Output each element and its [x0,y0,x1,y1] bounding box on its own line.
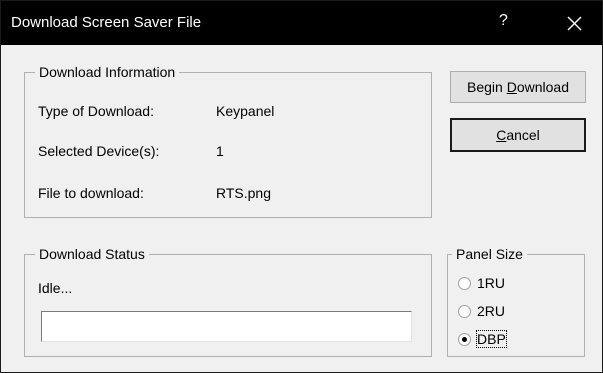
close-icon [567,16,582,31]
selected-devices-value: 1 [216,143,224,159]
progress-field [41,311,412,342]
cancel-label-end: ancel [506,127,540,143]
type-of-download-label: Type of Download: [38,103,154,119]
file-to-download-label: File to download: [38,185,144,201]
download-information-legend: Download Information [35,64,180,80]
radio-2ru-circle[interactable] [458,305,471,318]
type-of-download-value: Keypanel [216,103,275,119]
download-status-legend: Download Status [35,246,149,262]
begin-download-label-end: ownload [516,79,569,95]
selected-devices-label: Selected Device(s): [38,143,160,159]
title-bar[interactable]: Download Screen Saver File ? [1,1,602,45]
radio-1ru[interactable]: 1RU [458,275,538,293]
cancel-accel: C [496,127,507,143]
radio-1ru-label: 1RU [477,275,506,291]
download-status-group: Download Status Idle... [24,246,432,357]
file-to-download-value: RTS.png [216,185,271,201]
radio-dbp[interactable]: DBP [458,330,538,349]
begin-download-accel: D [506,79,517,95]
radio-2ru[interactable]: 2RU [458,303,538,321]
window-title: Download Screen Saver File [11,14,202,31]
radio-dbp-label: DBP [476,330,507,348]
dialog-window: Download Screen Saver File ? Download In… [0,0,603,373]
status-text: Idle... [38,280,73,296]
radio-dbp-circle[interactable] [458,333,471,346]
close-button[interactable] [556,7,592,39]
begin-download-label-start: Begin [467,79,507,95]
begin-download-button[interactable]: Begin Download [450,71,586,103]
cancel-button[interactable]: Cancel [450,118,586,152]
radio-dbp-selected-dot [462,337,467,342]
panel-size-group: Panel Size 1RU 2RU DBP [447,246,585,357]
panel-size-legend: Panel Size [452,246,527,262]
help-button[interactable]: ? [499,12,508,30]
radio-2ru-label: 2RU [477,303,506,319]
radio-1ru-circle[interactable] [458,277,471,290]
download-information-group: Download Information Type of Download: K… [24,64,432,218]
